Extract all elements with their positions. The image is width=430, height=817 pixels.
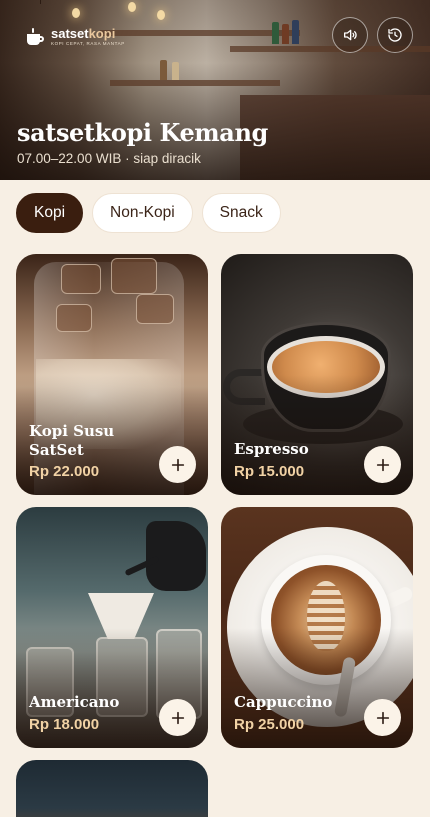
product-price: Rp 22.000 [29,463,100,480]
product-name: Cappuccino [234,693,333,711]
light-bulb [72,8,80,18]
bottle [272,22,279,44]
history-button[interactable] [377,17,413,53]
light-bulb [157,10,165,20]
brand-logo[interactable]: satsetkopi KOPI CEPAT, RASA MANTAP [26,27,125,47]
plus-icon [171,711,184,724]
tab-non-kopi[interactable]: Non-Kopi [92,193,193,233]
plus-icon [171,458,184,471]
plus-icon [376,458,389,471]
shop-hours: 07.00–22.00 WIB · siap diracik [17,151,201,166]
sound-button[interactable] [332,17,368,53]
bar-counter [240,95,430,180]
tab-snack[interactable]: Snack [201,193,281,233]
coffee-cup-icon [26,27,45,46]
add-to-cart-button[interactable] [364,446,401,483]
brand-tagline: KOPI CEPAT, RASA MANTAP [51,41,125,46]
category-tabs: Kopi Non-Kopi Snack [16,193,281,233]
product-name: Espresso [234,440,309,458]
shop-name: satsetkopi Kemang [17,118,268,147]
add-to-cart-button[interactable] [159,699,196,736]
light-bulb [128,2,136,12]
bottle [160,60,167,80]
product-card-cappuccino[interactable]: Cappuccino Rp 25.000 [221,507,413,748]
product-card-americano[interactable]: Americano Rp 18.000 [16,507,208,748]
history-icon [388,28,402,42]
hero-banner: satsetkopi KOPI CEPAT, RASA MANTAP satse… [0,0,430,180]
product-price: Rp 18.000 [29,716,100,733]
tab-kopi[interactable]: Kopi [16,193,84,233]
shelf [100,30,300,36]
product-card-partial[interactable] [16,760,208,817]
shelf [110,80,280,86]
brand-name: satsetkopi [51,26,116,41]
plus-icon [376,711,389,724]
bottle [172,62,179,80]
product-price: Rp 25.000 [234,716,305,733]
product-card-kopi-susu-satset[interactable]: Kopi Susu SatSet Rp 22.000 [16,254,208,495]
speaker-icon [344,29,357,41]
product-price: Rp 15.000 [234,463,305,480]
product-name: Americano [29,693,120,711]
add-to-cart-button[interactable] [159,446,196,483]
product-card-espresso[interactable]: Espresso Rp 15.000 [221,254,413,495]
product-name: Kopi Susu SatSet [29,422,115,459]
lamp-cord [40,0,41,4]
add-to-cart-button[interactable] [364,699,401,736]
bottle [282,24,289,44]
bottle [292,20,299,44]
